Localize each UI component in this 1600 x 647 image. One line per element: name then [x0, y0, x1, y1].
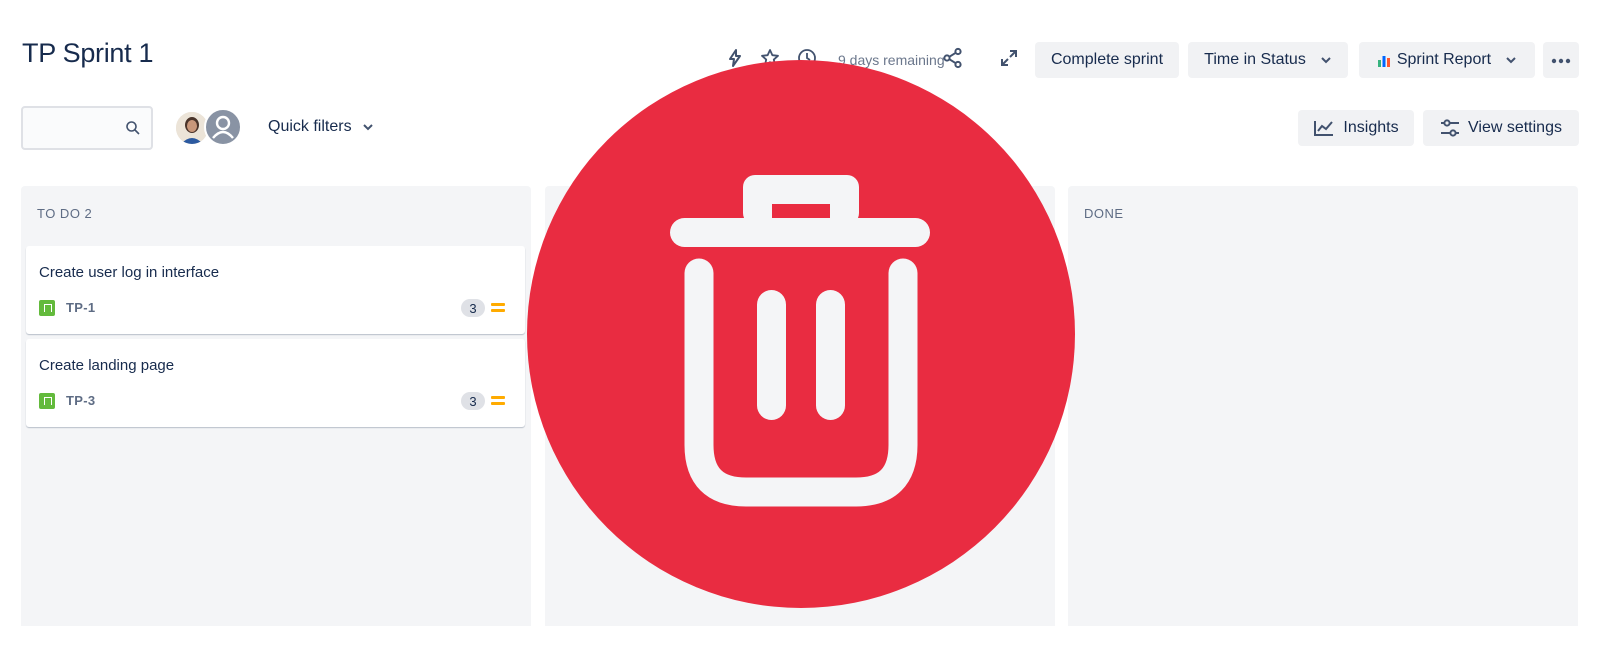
chevron-down-icon — [362, 121, 374, 133]
sprint-report-button[interactable]: Sprint Report — [1359, 42, 1535, 78]
issue-key[interactable]: TP-3 — [66, 393, 95, 408]
chart-line-icon — [1313, 119, 1335, 137]
trash-icon — [670, 175, 930, 507]
more-actions-button[interactable] — [1543, 42, 1579, 78]
issue-card[interactable]: Create landing page TP-3 3 — [26, 339, 525, 427]
time-in-status-button[interactable]: Time in Status — [1188, 42, 1348, 78]
settings-sliders-icon — [1440, 119, 1460, 137]
column-title: TO DO 2 — [37, 206, 93, 221]
insights-button[interactable]: Insights — [1298, 110, 1414, 146]
story-icon — [39, 300, 55, 316]
story-points-badge: 3 — [461, 299, 485, 317]
priority-medium-icon — [491, 396, 505, 406]
avatar[interactable] — [204, 108, 242, 146]
quick-filters-dropdown[interactable]: Quick filters — [268, 118, 374, 136]
bar-chart-icon — [1377, 53, 1391, 67]
view-settings-label: View settings — [1468, 119, 1562, 136]
sprint-report-label: Sprint Report — [1396, 51, 1492, 68]
story-icon — [39, 393, 55, 409]
column-todo: TO DO 2 Create user log in interface TP-… — [21, 186, 531, 626]
view-settings-button[interactable]: View settings — [1423, 110, 1579, 146]
card-title: Create user log in interface — [39, 264, 220, 281]
search-icon — [125, 120, 141, 141]
insights-label: Insights — [1343, 119, 1399, 136]
page-title: TP Sprint 1 — [22, 38, 154, 68]
chevron-down-icon — [1505, 54, 1517, 66]
story-points-badge: 3 — [461, 392, 485, 410]
chevron-down-icon — [1320, 54, 1332, 66]
search-input[interactable] — [21, 106, 153, 150]
issue-key[interactable]: TP-1 — [66, 300, 95, 315]
delete-overlay[interactable] — [527, 60, 1075, 608]
column-done: DONE — [1068, 186, 1578, 626]
priority-medium-icon — [491, 303, 505, 313]
card-title: Create landing page — [39, 357, 175, 374]
issue-card[interactable]: Create user log in interface TP-1 3 — [26, 246, 525, 334]
quick-filters-label: Quick filters — [268, 118, 352, 135]
column-title: DONE — [1084, 206, 1124, 221]
more-icon — [1551, 51, 1571, 69]
time-in-status-label: Time in Status — [1204, 51, 1306, 68]
